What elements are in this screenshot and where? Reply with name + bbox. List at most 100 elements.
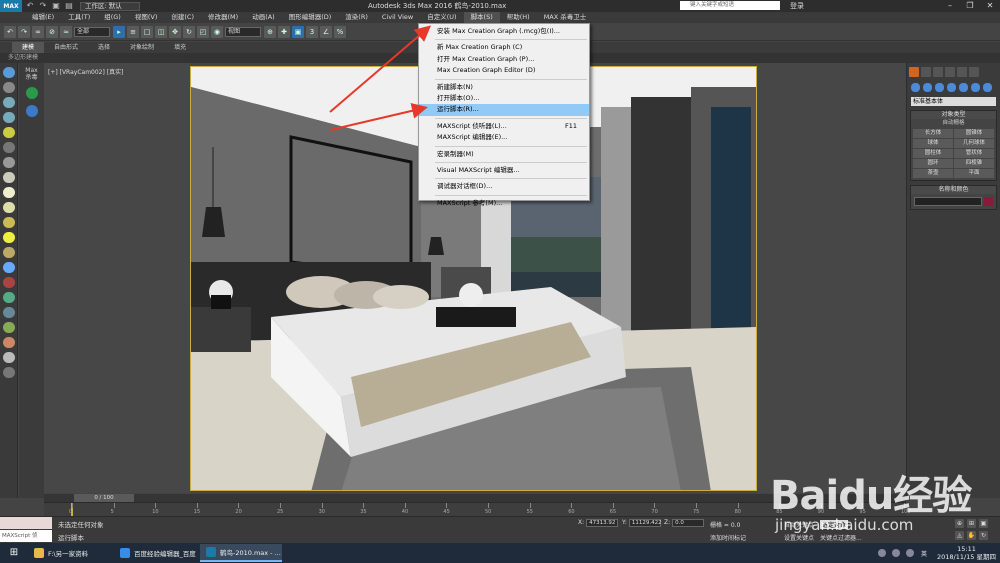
y-field[interactable]: 11129.422	[628, 519, 662, 527]
display-icon[interactable]	[3, 82, 15, 93]
placement-icon[interactable]: ◉	[211, 25, 223, 38]
window-crossing-icon[interactable]: ◫	[155, 25, 167, 38]
track-bar[interactable]: 0 5 10 15 20 25 30 35 40 45 50 55 60 65 70 75 80 85 90 95 10…	[44, 502, 911, 517]
zoom-extents-icon[interactable]: ▣	[979, 519, 988, 528]
select-manipulate-icon[interactable]: ✚	[278, 25, 290, 38]
menu-scripting[interactable]: 脚本(S)	[463, 12, 500, 23]
hierarchy-icon[interactable]	[3, 112, 15, 123]
search-input[interactable]: 键入关键字或短语	[680, 1, 780, 10]
helpers-icon[interactable]	[959, 83, 968, 92]
scale-icon[interactable]: ◰	[197, 25, 209, 38]
ime-indicator[interactable]: 英	[921, 549, 927, 558]
z-field[interactable]: 0.0	[672, 519, 705, 527]
app-logo-icon[interactable]: MAX	[0, 0, 22, 12]
redo-icon[interactable]: ↷	[18, 25, 30, 38]
tube-button[interactable]: 管状体	[954, 149, 994, 158]
taskbar-item-3dsmax[interactable]: 鹤鸟-2010.max - ...	[200, 544, 282, 562]
menu-rendering[interactable]: 渲染(R)	[338, 12, 375, 23]
cone-button[interactable]: 圆锥体	[954, 129, 994, 138]
select-by-name-icon[interactable]: ≡	[127, 25, 139, 38]
menu-tools[interactable]: 工具(T)	[61, 12, 97, 23]
maxscript-mini-listener-input[interactable]: MAXScript 侦	[0, 530, 52, 542]
object-type-title[interactable]: 对象类型	[911, 111, 996, 119]
reference-coordinate-select[interactable]: 视图	[225, 26, 261, 37]
save-icon[interactable]: ▣	[51, 1, 61, 11]
create-tab-icon[interactable]	[909, 67, 919, 77]
redo-icon[interactable]: ↷	[38, 1, 48, 11]
scripting-menu-item[interactable]: 安装 Max Creation Graph (.mcg)包(I)...	[419, 26, 589, 37]
camera-icon[interactable]	[3, 142, 15, 153]
battery-icon[interactable]	[905, 549, 914, 557]
helper-icon[interactable]	[3, 157, 15, 168]
zoom-icon[interactable]: ⊕	[955, 519, 964, 528]
ball-icon[interactable]	[3, 352, 15, 363]
close-icon[interactable]: ✕	[980, 0, 1000, 12]
leaf-icon[interactable]	[3, 322, 15, 333]
minimize-icon[interactable]: –	[940, 0, 960, 12]
pen-icon[interactable]	[3, 277, 15, 288]
scripting-menu-item[interactable]: Max Creation Graph Editor (D)	[419, 65, 589, 76]
scripting-menu-item[interactable]: MAXScript 参考(M)...	[419, 198, 589, 209]
display-tab-icon[interactable]	[957, 67, 967, 77]
wood-icon[interactable]	[3, 337, 15, 348]
explorer-icon[interactable]	[3, 67, 15, 78]
scripting-menu-item[interactable]: 打开 Max Creation Graph (P)...	[419, 54, 589, 65]
menu-edit[interactable]: 编辑(E)	[25, 12, 61, 23]
menu-modifiers[interactable]: 修改器(M)	[201, 12, 245, 23]
move-icon[interactable]: ✥	[169, 25, 181, 38]
maxscript-mini-listener[interactable]	[0, 517, 52, 529]
geometry-icon[interactable]	[911, 83, 920, 92]
scripting-menu-item[interactable]: MAXScript 编辑器(E)...	[419, 132, 589, 143]
scripting-menu-item[interactable]: Visual MAXScript 编辑器...	[419, 165, 589, 176]
undo-icon[interactable]: ↶	[25, 1, 35, 11]
box-button[interactable]: 长方体	[913, 129, 953, 138]
cone-icon[interactable]	[3, 217, 15, 228]
name-color-title[interactable]: 名称和颜色	[911, 186, 996, 194]
network-icon[interactable]	[877, 549, 886, 557]
scripting-menu-item[interactable]: 新 Max Creation Graph (C)	[419, 42, 589, 53]
menu-graph-editors[interactable]: 图形编辑器(D)	[282, 12, 339, 23]
auto-key-button[interactable]: 自动关键点	[784, 520, 814, 529]
open-icon[interactable]: ▤	[64, 1, 74, 11]
layer-icon[interactable]	[3, 97, 15, 108]
tab-object-paint[interactable]: 对象绘制	[120, 42, 164, 53]
keyboard-shortcut-override-icon[interactable]: ▣	[292, 25, 304, 38]
angle-snap-icon[interactable]: ∠	[320, 25, 332, 38]
shapes-icon[interactable]	[923, 83, 932, 92]
login-link[interactable]: 登录	[790, 1, 804, 11]
cylinder-button[interactable]: 圆柱体	[913, 149, 953, 158]
pan-icon[interactable]: ✋	[967, 531, 976, 540]
menu-item-run-script[interactable]: 运行脚本(R)...	[419, 104, 589, 116]
set-key-button[interactable]: 设置关键点	[784, 533, 814, 542]
sphere-icon[interactable]	[3, 172, 15, 183]
selection-filter-select[interactable]: 全部	[74, 26, 110, 37]
menu-help[interactable]: 帮助(H)	[500, 12, 537, 23]
scripting-menu-item[interactable]: 宏录制器(M)	[419, 149, 589, 160]
menu-max-antivirus[interactable]: MAX 杀毒卫士	[537, 12, 594, 23]
rotate-icon[interactable]: ↻	[183, 25, 195, 38]
cube-icon[interactable]	[3, 367, 15, 378]
menu-create[interactable]: 创建(C)	[164, 12, 201, 23]
menu-group[interactable]: 组(G)	[97, 12, 128, 23]
menu-view[interactable]: 视图(V)	[128, 12, 165, 23]
add-time-tag[interactable]: 添加时间标记	[710, 533, 746, 542]
torus-icon[interactable]	[3, 202, 15, 213]
utilities-tab-icon[interactable]	[969, 67, 979, 77]
taskbar-item-explorer[interactable]: F:\另一家资料	[28, 544, 110, 562]
pivot-center-icon[interactable]: ⊕	[264, 25, 276, 38]
tab-modeling[interactable]: 建模	[12, 42, 45, 53]
sun-icon[interactable]	[3, 232, 15, 243]
windows-start-icon[interactable]: ⊞	[0, 543, 28, 563]
grid-icon[interactable]	[3, 262, 15, 273]
object-name-input[interactable]	[914, 197, 982, 206]
scripting-menu-item[interactable]: 新建脚本(N)	[419, 82, 589, 93]
torus-button[interactable]: 圆环	[913, 159, 953, 168]
rectangular-selection-icon[interactable]: □	[141, 25, 153, 38]
zoom-all-icon[interactable]: ⊞	[967, 519, 976, 528]
scripting-menu-item[interactable]: 打开脚本(O)...	[419, 93, 589, 104]
material-icon[interactable]	[3, 247, 15, 258]
primitive-category-select[interactable]: 标准基本体	[911, 97, 996, 106]
time-slider[interactable]: 0 / 100	[44, 494, 906, 502]
modify-tab-icon[interactable]	[921, 67, 931, 77]
tab-populate[interactable]: 填充	[164, 42, 196, 53]
